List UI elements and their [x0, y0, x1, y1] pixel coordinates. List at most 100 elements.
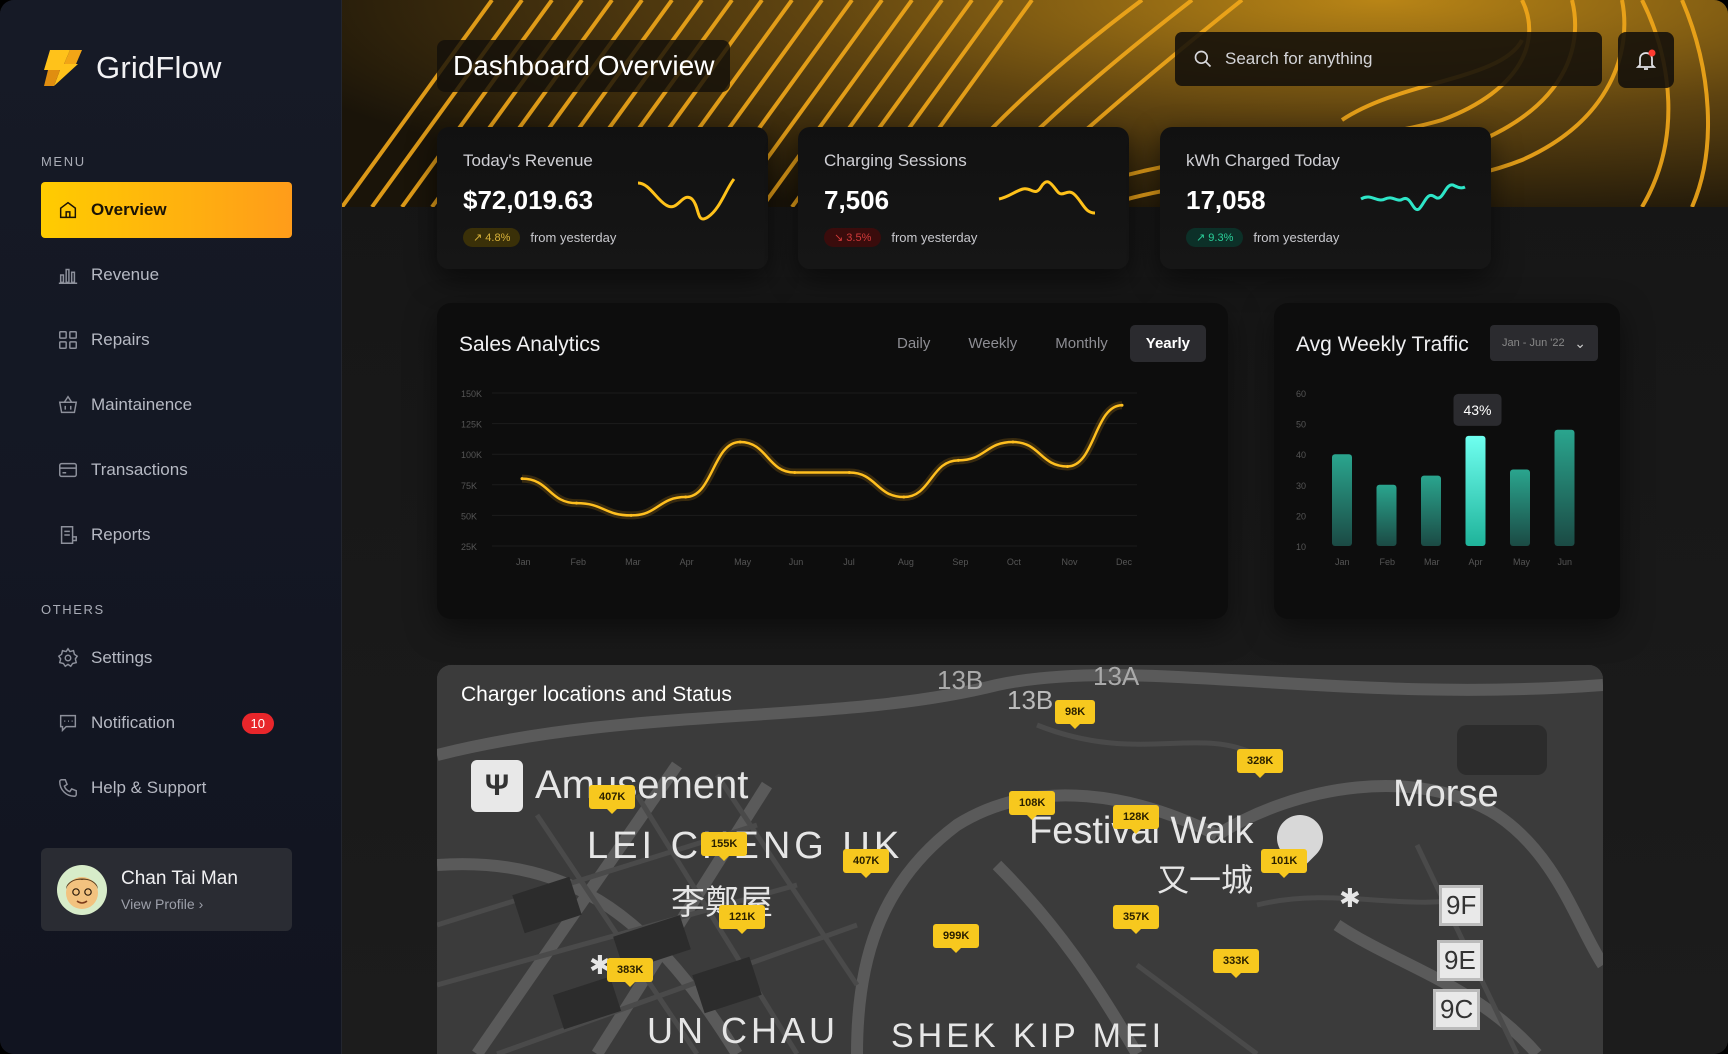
x-tick-label: Jan: [516, 557, 531, 567]
bar-chart-icon: [58, 268, 78, 284]
sidebar-item-help[interactable]: Help & Support: [41, 760, 292, 816]
notification-bell-button[interactable]: [1618, 32, 1674, 88]
charger-tag[interactable]: 98K: [1055, 700, 1096, 729]
charger-tag[interactable]: 407K: [843, 849, 890, 878]
asterisk-marker-icon: ✱: [1339, 883, 1361, 913]
y-tick-label: 50: [1296, 420, 1306, 430]
charger-tag[interactable]: 155K: [701, 832, 748, 861]
sidebar-item-transactions[interactable]: Transactions: [41, 442, 292, 498]
bell-icon: [1635, 49, 1657, 70]
change-chip-up: ↗ 9.3%: [1186, 228, 1244, 247]
grid-icon: [59, 331, 77, 349]
data-point: [738, 440, 742, 444]
profile-card[interactable]: Chan Tai Man View Profile ›: [41, 848, 292, 931]
series-line: [521, 403, 1123, 517]
avatar: [57, 864, 107, 915]
charger-tag[interactable]: 357K: [1113, 905, 1160, 934]
x-tick-label: Apr: [680, 557, 694, 567]
charger-tag[interactable]: 333K: [1213, 949, 1260, 978]
search-icon: [1194, 50, 1212, 68]
chat-icon: [59, 714, 77, 733]
stat-card-revenue: Today's Revenue $72,019.63 ↗ 4.8% from y…: [437, 127, 768, 269]
change-value: 9.3%: [1208, 232, 1234, 244]
change-suffix: from yesterday: [891, 230, 978, 245]
data-point: [1011, 440, 1015, 444]
x-tick-label: Nov: [1061, 557, 1078, 567]
x-tick-label: Dec: [1116, 557, 1133, 567]
x-tick-label: May: [1513, 557, 1531, 567]
charger-tag[interactable]: 108K: [1009, 791, 1056, 820]
basket-icon: [58, 395, 78, 414]
card-icon: [59, 462, 77, 478]
charger-tag[interactable]: 101K: [1261, 849, 1308, 878]
search-placeholder: Search for anything: [1225, 49, 1373, 68]
place-label: UN CHAU: [647, 1010, 840, 1051]
route-sign: 9F: [1439, 885, 1484, 926]
stat-card-sessions: Charging Sessions 7,506 ↘ 3.5% from yest…: [798, 127, 1129, 269]
charger-map[interactable]: Charger locations and Status Ψ Amusement…: [437, 665, 1603, 1054]
change-chip-up: ↗ 4.8%: [463, 228, 521, 247]
change-value: 4.8%: [485, 232, 511, 244]
data-point: [684, 495, 688, 499]
stat-label: kWh Charged Today: [1186, 151, 1340, 170]
data-point: [1065, 464, 1069, 468]
bar: [1510, 469, 1530, 546]
view-profile-label: View Profile: [121, 895, 195, 912]
sidebar-item-label: Maintainence: [91, 395, 193, 414]
sidebar-item-repairs[interactable]: Repairs: [41, 312, 292, 368]
y-tick-label: 125K: [461, 420, 482, 430]
place-label: Amusement: [535, 763, 749, 807]
sidebar: GridFlow MENU Overview Revenue Repairs M…: [0, 0, 342, 1054]
sidebar-item-notification[interactable]: Notification 10: [41, 695, 292, 751]
route-label: 13B: [1007, 685, 1054, 715]
gear-icon: [57, 647, 79, 668]
sidebar-item-settings[interactable]: Settings: [41, 630, 292, 686]
x-tick-label: Feb: [571, 557, 587, 567]
search-input[interactable]: Search for anything: [1175, 32, 1602, 86]
bar: [1465, 435, 1486, 546]
traffic-bar-chart: 60 50 40 30 20 10 Jan Feb Mar Apr 43% May Jun: [1296, 389, 1575, 567]
arrow-up-icon: ↗: [1196, 232, 1206, 244]
place-label: SHEK KIP MEI: [891, 1017, 1166, 1054]
bar: [1421, 475, 1441, 546]
app-window: GridFlow MENU Overview Revenue Repairs M…: [0, 0, 1728, 1054]
y-tick-label: 30: [1296, 481, 1306, 491]
x-tick-label: Sep: [952, 557, 968, 567]
place-label: Morse: [1393, 773, 1499, 815]
restaurant-icon[interactable]: Ψ: [471, 760, 523, 812]
lightning-logo-icon: [44, 50, 82, 86]
change-value: 3.5%: [846, 232, 872, 244]
stat-label: Charging Sessions: [824, 151, 967, 170]
phone-icon: [59, 779, 77, 797]
change-chip-down: ↘ 3.5%: [824, 228, 882, 247]
kwh-sparkline: [1360, 183, 1466, 212]
y-tick-label: 100K: [461, 450, 482, 460]
stat-label: Today's Revenue: [463, 151, 593, 170]
x-tick-label: May: [734, 557, 752, 567]
place-label: 又一城: [1157, 862, 1254, 898]
route-label: 13A: [1093, 665, 1140, 691]
charger-tag[interactable]: 407K: [589, 785, 636, 814]
charger-tag[interactable]: 128K: [1113, 805, 1160, 834]
charger-tag[interactable]: 328K: [1237, 749, 1284, 778]
y-tick-label: 25K: [461, 542, 477, 552]
profile-name: Chan Tai Man: [121, 867, 238, 889]
x-tick-label: Aug: [898, 557, 914, 567]
sidebar-item-revenue[interactable]: Revenue: [41, 247, 292, 303]
charger-tag[interactable]: 999K: [933, 924, 980, 953]
menu-section-label: MENU: [41, 154, 86, 169]
charger-tag[interactable]: 383K: [607, 958, 654, 987]
charger-tag[interactable]: 121K: [719, 905, 766, 934]
data-point: [847, 471, 851, 475]
sidebar-item-maintainence[interactable]: Maintainence: [41, 377, 292, 433]
notification-count-badge: 10: [241, 712, 274, 734]
y-tick-label: 150K: [461, 389, 482, 399]
sidebar-item-reports[interactable]: Reports: [41, 507, 292, 563]
view-profile-link[interactable]: View Profile ›: [121, 896, 238, 912]
y-tick-label: 75K: [461, 481, 477, 491]
data-point: [1120, 403, 1124, 407]
bar: [1554, 429, 1575, 546]
route-sign: 9C: [1433, 989, 1481, 1030]
logo[interactable]: GridFlow: [40, 48, 222, 88]
sidebar-item-overview[interactable]: Overview: [41, 182, 292, 238]
